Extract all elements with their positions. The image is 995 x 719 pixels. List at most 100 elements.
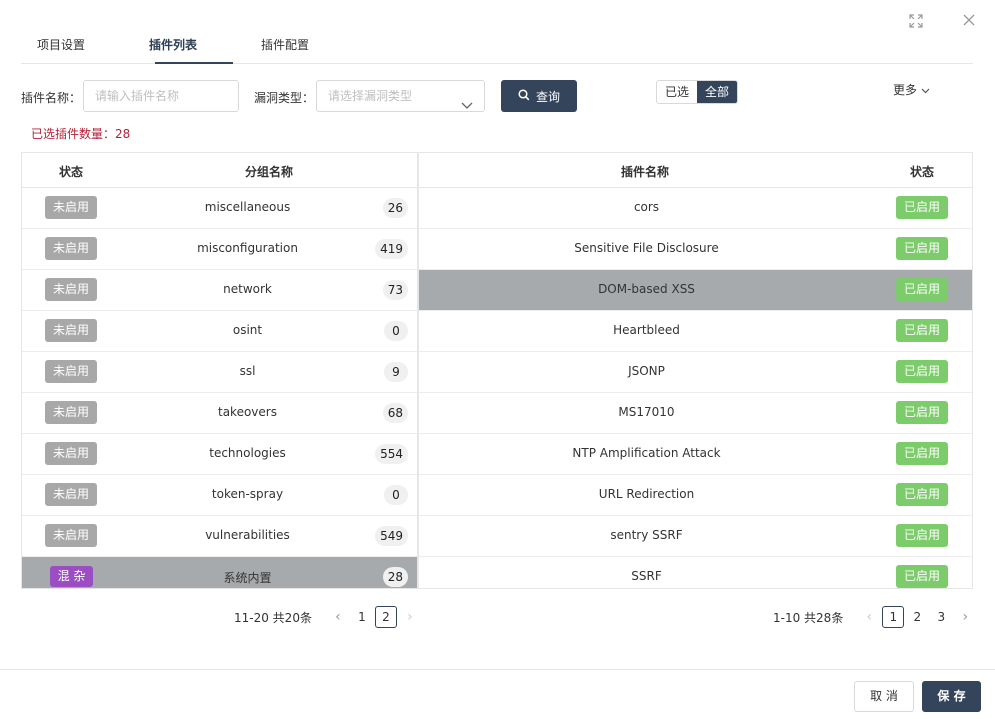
table-row[interactable]: URL Redirection 已启用 xyxy=(419,475,972,516)
status-tag[interactable]: 已启用 xyxy=(896,524,948,547)
plugin-name: URL Redirection xyxy=(598,487,695,501)
table-row[interactable]: 未启用 osint 0 xyxy=(22,311,417,352)
status-tag[interactable]: 已启用 xyxy=(896,278,948,301)
group-page-list: 12 xyxy=(350,606,398,628)
table-row[interactable]: 未启用 token-spray 0 xyxy=(22,475,417,516)
plugin-count-badge: 554 xyxy=(375,444,408,464)
plugin-name: cors xyxy=(633,200,660,214)
status-tag[interactable]: 已启用 xyxy=(896,442,948,465)
page-item[interactable]: 1 xyxy=(351,606,373,628)
tab-plugin-config[interactable]: 插件配置 xyxy=(261,36,309,53)
query-button[interactable]: 查询 xyxy=(501,80,577,112)
header-group-name: 分组名称 xyxy=(245,165,294,179)
group-name: token-spray xyxy=(211,487,284,501)
page-item[interactable]: 1 xyxy=(882,606,905,628)
close-icon[interactable] xyxy=(963,14,975,28)
next-page-icon[interactable]: › xyxy=(398,609,422,625)
plugin-name: DOM-based XSS xyxy=(598,282,695,296)
search-icon xyxy=(518,88,530,104)
group-name: network xyxy=(223,282,272,296)
window-controls xyxy=(909,14,975,28)
group-name: miscellaneous xyxy=(204,200,291,214)
plugin-count-badge: 0 xyxy=(384,485,408,505)
toggle-selected[interactable]: 已选 xyxy=(657,81,698,103)
plugin-pager-total: 1-10 共28条 xyxy=(773,610,844,625)
more-label: 更多 xyxy=(893,83,918,97)
table-row[interactable]: 未启用 vulnerabilities 549 xyxy=(22,516,417,557)
dialog-footer: 取 消 保 存 xyxy=(0,669,995,719)
plugin-name: NTP Amplification Attack xyxy=(572,446,721,460)
plugin-count-badge: 9 xyxy=(384,362,408,382)
plugin-count-badge: 26 xyxy=(382,198,408,218)
table-row[interactable]: 未启用 network 73 xyxy=(22,270,417,311)
group-table: 状态 分组名称 未启用 miscellaneous 26 未启用 misconfigur… xyxy=(21,152,418,589)
plugin-count-badge: 419 xyxy=(375,239,408,259)
prev-page-icon[interactable]: ‹ xyxy=(326,609,350,625)
status-tag[interactable]: 已启用 xyxy=(896,565,948,588)
status-tag[interactable]: 已启用 xyxy=(896,483,948,506)
chevron-down-icon xyxy=(461,91,473,111)
chevron-down-icon xyxy=(921,83,930,97)
page-item[interactable]: 2 xyxy=(906,606,928,628)
table-row[interactable]: SSRF 已启用 xyxy=(419,557,972,588)
group-name: vulnerabilities xyxy=(205,528,290,542)
table-row[interactable]: JSONP 已启用 xyxy=(419,352,972,393)
plugin-name-input[interactable]: 请输入插件名称 xyxy=(83,80,239,112)
plugin-count-badge: 549 xyxy=(375,526,408,546)
table-row[interactable]: 混 杂系统内置 28 xyxy=(22,557,417,588)
next-page-icon[interactable]: › xyxy=(953,609,977,625)
group-name: osint xyxy=(232,323,263,337)
table-row[interactable]: DOM-based XSS 已启用 xyxy=(419,270,972,311)
status-tag[interactable]: 已启用 xyxy=(896,360,948,383)
selection-toggle: 已选 全部 xyxy=(656,80,739,104)
group-name: 系统内置 xyxy=(223,571,272,585)
group-pagination: 11-20 共20条 ‹ 12 › xyxy=(234,605,422,629)
plugin-count-badge: 28 xyxy=(382,567,408,587)
group-rows: 未启用 miscellaneous 26 未启用 misconfiguration 419… xyxy=(22,188,417,588)
header-plugin-status: 状态 xyxy=(910,165,935,179)
group-name: ssl xyxy=(239,364,256,378)
cancel-button[interactable]: 取 消 xyxy=(854,681,914,712)
plugin-table-header: 插件名称 状态 xyxy=(419,153,972,188)
table-row[interactable]: 未启用 takeovers 68 xyxy=(22,393,417,434)
plugin-count-badge: 73 xyxy=(382,280,408,300)
fullscreen-icon[interactable] xyxy=(909,14,923,28)
table-row[interactable]: 未启用 technologies 554 xyxy=(22,434,417,475)
status-tag[interactable]: 已启用 xyxy=(896,401,948,424)
page-item[interactable]: 3 xyxy=(930,606,952,628)
query-button-label: 查询 xyxy=(535,89,560,104)
toggle-all[interactable]: 全部 xyxy=(697,81,738,103)
header-status: 状态 xyxy=(59,165,84,179)
active-tab-indicator xyxy=(155,62,233,64)
selected-plugin-count: 已选插件数量：28 xyxy=(31,127,131,141)
plugin-name: sentry SSRF xyxy=(610,528,683,542)
plugin-count-badge: 68 xyxy=(382,403,408,423)
table-row[interactable]: MS17010 已启用 xyxy=(419,393,972,434)
table-row[interactable]: 未启用 misconfiguration 419 xyxy=(22,229,417,270)
vuln-type-placeholder: 请选择漏洞类型 xyxy=(328,89,413,103)
plugin-name: Sensitive File Disclosure xyxy=(574,241,719,255)
status-tag[interactable]: 已启用 xyxy=(896,196,948,219)
tab-plugin-list[interactable]: 插件列表 xyxy=(149,36,197,53)
status-tag[interactable]: 已启用 xyxy=(896,237,948,260)
save-button[interactable]: 保 存 xyxy=(922,681,981,712)
table-row[interactable]: NTP Amplification Attack 已启用 xyxy=(419,434,972,475)
table-row[interactable]: Heartbleed 已启用 xyxy=(419,311,972,352)
table-row[interactable]: sentry SSRF 已启用 xyxy=(419,516,972,557)
table-row[interactable]: 未启用 ssl 9 xyxy=(22,352,417,393)
more-dropdown[interactable]: 更多 xyxy=(893,81,930,98)
table-row[interactable]: Sensitive File Disclosure 已启用 xyxy=(419,229,972,270)
header-plugin-name: 插件名称 xyxy=(621,165,670,179)
page-item[interactable]: 2 xyxy=(374,606,397,628)
plugin-name: JSONP xyxy=(628,364,665,378)
plugin-pagination: 1-10 共28条 ‹ 123 › xyxy=(773,605,977,629)
plugin-count-badge: 0 xyxy=(384,321,408,341)
tab-project-settings[interactable]: 项目设置 xyxy=(37,36,85,53)
filter-bar: 插件名称： 请输入插件名称 漏洞类型： 请选择漏洞类型 查询 已选 全部 更多 xyxy=(21,80,974,112)
plugin-name: MS17010 xyxy=(618,405,675,419)
table-row[interactable]: 未启用 miscellaneous 26 xyxy=(22,188,417,229)
vuln-type-select[interactable]: 请选择漏洞类型 xyxy=(316,80,485,112)
prev-page-icon[interactable]: ‹ xyxy=(857,609,881,625)
table-row[interactable]: cors 已启用 xyxy=(419,188,972,229)
status-tag[interactable]: 已启用 xyxy=(896,319,948,342)
